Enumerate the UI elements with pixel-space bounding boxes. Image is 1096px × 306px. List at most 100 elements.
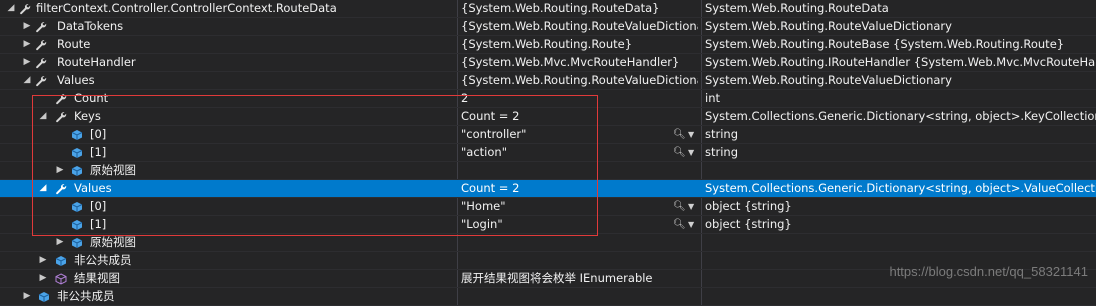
search-magnifier-icon[interactable]: 🔍︎ xyxy=(673,198,686,215)
collapsed-arrow-icon[interactable]: ▶ xyxy=(22,288,32,305)
visualizer-dropdown-icon[interactable]: ▼ xyxy=(688,216,694,233)
row-name: [0] xyxy=(90,199,107,213)
type-cell: object {string} xyxy=(705,217,792,231)
tree-row[interactable]: ▶ 原始视图 xyxy=(0,162,1096,180)
name-cell: ▶ 非公共成员 xyxy=(0,252,457,269)
collapsed-arrow-icon[interactable]: ▶ xyxy=(55,234,65,251)
name-cell: ▶ Route xyxy=(0,36,457,53)
tree-row[interactable]: ◢ filterContext.Controller.ControllerCon… xyxy=(0,0,1096,18)
name-cell: [1] xyxy=(0,144,457,161)
row-name: 结果视图 xyxy=(74,271,120,285)
expanded-arrow-icon[interactable]: ◢ xyxy=(22,72,32,89)
name-cell: ◢ filterContext.Controller.ControllerCon… xyxy=(0,0,457,17)
row-name: RouteHandler xyxy=(57,55,136,69)
tree-row-selected[interactable]: ◢ Values Count = 2 System.Collections.Ge… xyxy=(0,180,1096,198)
name-cell: ▶ DataTokens xyxy=(0,18,457,35)
row-name: Route xyxy=(57,37,91,51)
property-wrench-icon xyxy=(35,21,47,33)
field-cube-icon xyxy=(71,129,83,141)
name-cell: [1] xyxy=(0,216,457,233)
visualizer-dropdown-icon[interactable]: ▼ xyxy=(688,144,694,161)
collapsed-arrow-icon[interactable]: ▶ xyxy=(22,36,32,53)
search-magnifier-icon[interactable]: 🔍︎ xyxy=(673,216,686,233)
tree-row[interactable]: ▶ Route {System.Web.Routing.Route} Syste… xyxy=(0,36,1096,54)
field-cube-icon xyxy=(71,219,83,231)
tree-row[interactable]: [1] "action" 🔍︎ ▼ string xyxy=(0,144,1096,162)
watermark: https://blog.csdn.net/qq_58321141 xyxy=(889,264,1088,279)
row-name: Count xyxy=(74,91,109,105)
expanded-arrow-icon[interactable]: ◢ xyxy=(38,180,48,197)
tree-row[interactable]: ◢ Keys Count = 2 System.Collections.Gene… xyxy=(0,108,1096,126)
value-cell[interactable]: {System.Web.Routing.RouteData} xyxy=(461,0,698,17)
type-cell xyxy=(705,234,1096,251)
field-cube-icon xyxy=(55,255,67,267)
name-cell: ▶ RouteHandler xyxy=(0,54,457,71)
name-cell: ▶ 原始视图 xyxy=(0,234,457,251)
collapsed-arrow-icon[interactable]: ▶ xyxy=(22,54,32,71)
tree-row[interactable]: [0] "controller" 🔍︎ ▼ string xyxy=(0,126,1096,144)
tree-row[interactable]: ▶ DataTokens {System.Web.Routing.RouteVa… xyxy=(0,18,1096,36)
collapsed-arrow-icon[interactable]: ▶ xyxy=(38,270,48,287)
name-cell: Count xyxy=(0,90,457,107)
value-cell[interactable]: 展开结果视图将会枚举 IEnumerable xyxy=(461,270,698,287)
tree-row[interactable]: ▶ 原始视图 xyxy=(0,234,1096,252)
property-wrench-icon xyxy=(55,93,67,105)
visualizer-dropdown-icon[interactable]: ▼ xyxy=(688,126,694,143)
name-cell: ◢ Values xyxy=(0,180,457,197)
type-cell: System.Collections.Generic.Dictionary<st… xyxy=(705,181,1096,195)
value-cell[interactable]: "controller" xyxy=(461,126,698,143)
value-cell[interactable]: "Login" xyxy=(461,216,698,233)
type-cell: System.Web.Routing.RouteValueDictionary xyxy=(705,19,952,33)
tree-row[interactable]: ▶ 非公共成员 xyxy=(0,288,1096,306)
value-cell[interactable] xyxy=(461,252,698,269)
type-cell: object {string} xyxy=(705,199,792,213)
value-cell[interactable] xyxy=(461,162,698,179)
collapsed-arrow-icon[interactable]: ▶ xyxy=(22,18,32,35)
row-name: 原始视图 xyxy=(90,163,136,177)
type-cell: int xyxy=(705,91,720,105)
name-cell: ▶ 结果视图 xyxy=(0,270,457,287)
value-cell[interactable]: Count = 2 xyxy=(461,108,698,125)
name-cell: ◢ Keys xyxy=(0,108,457,125)
expanded-arrow-icon[interactable]: ◢ xyxy=(6,0,16,17)
property-wrench-icon xyxy=(35,57,47,69)
value-cell[interactable]: {System.Web.Routing.RouteValueDictionary… xyxy=(461,18,698,35)
field-cube-icon xyxy=(71,201,83,213)
search-magnifier-icon[interactable]: 🔍︎ xyxy=(673,126,686,143)
name-cell: [0] xyxy=(0,126,457,143)
name-cell: ▶ 原始视图 xyxy=(0,162,457,179)
value-cell[interactable]: {System.Web.Mvc.MvcRouteHandler} xyxy=(461,54,698,71)
property-wrench-icon xyxy=(55,183,67,195)
value-cell[interactable]: 2 xyxy=(461,90,698,107)
name-cell: [0] xyxy=(0,198,457,215)
tree-row[interactable]: Count 2 int xyxy=(0,90,1096,108)
row-name: [1] xyxy=(90,217,107,231)
value-cell[interactable]: {System.Web.Routing.RouteValueDictionary… xyxy=(461,72,698,89)
row-name: Keys xyxy=(74,109,101,123)
type-cell: string xyxy=(705,127,739,141)
expanded-arrow-icon[interactable]: ◢ xyxy=(38,108,48,125)
value-cell[interactable]: {System.Web.Routing.Route} xyxy=(461,36,698,53)
search-magnifier-icon[interactable]: 🔍︎ xyxy=(673,144,686,161)
value-cell[interactable]: "Home" xyxy=(461,198,698,215)
row-name: Values xyxy=(57,73,95,87)
property-wrench-icon xyxy=(19,3,31,15)
type-cell: System.Collections.Generic.Dictionary<st… xyxy=(705,109,1096,123)
tree-row[interactable]: ▶ RouteHandler {System.Web.Mvc.MvcRouteH… xyxy=(0,54,1096,72)
results-view-cube-icon xyxy=(55,273,67,285)
tree-row[interactable]: ◢ Values {System.Web.Routing.RouteValueD… xyxy=(0,72,1096,90)
value-cell[interactable] xyxy=(461,288,698,305)
value-cell[interactable]: "action" xyxy=(461,144,698,161)
collapsed-arrow-icon[interactable]: ▶ xyxy=(55,162,65,179)
row-name: [0] xyxy=(90,127,107,141)
tree-row[interactable]: [0] "Home" 🔍︎ ▼ object {string} xyxy=(0,198,1096,216)
type-cell: System.Web.Routing.RouteValueDictionary xyxy=(705,73,952,87)
collapsed-arrow-icon[interactable]: ▶ xyxy=(38,252,48,269)
visualizer-dropdown-icon[interactable]: ▼ xyxy=(688,198,694,215)
type-cell: System.Web.Routing.IRouteHandler {System… xyxy=(705,55,1096,69)
value-cell[interactable]: Count = 2 xyxy=(461,180,698,197)
name-cell: ▶ 非公共成员 xyxy=(0,288,457,305)
property-wrench-icon xyxy=(35,39,47,51)
value-cell[interactable] xyxy=(461,234,698,251)
tree-row[interactable]: [1] "Login" 🔍︎ ▼ object {string} xyxy=(0,216,1096,234)
